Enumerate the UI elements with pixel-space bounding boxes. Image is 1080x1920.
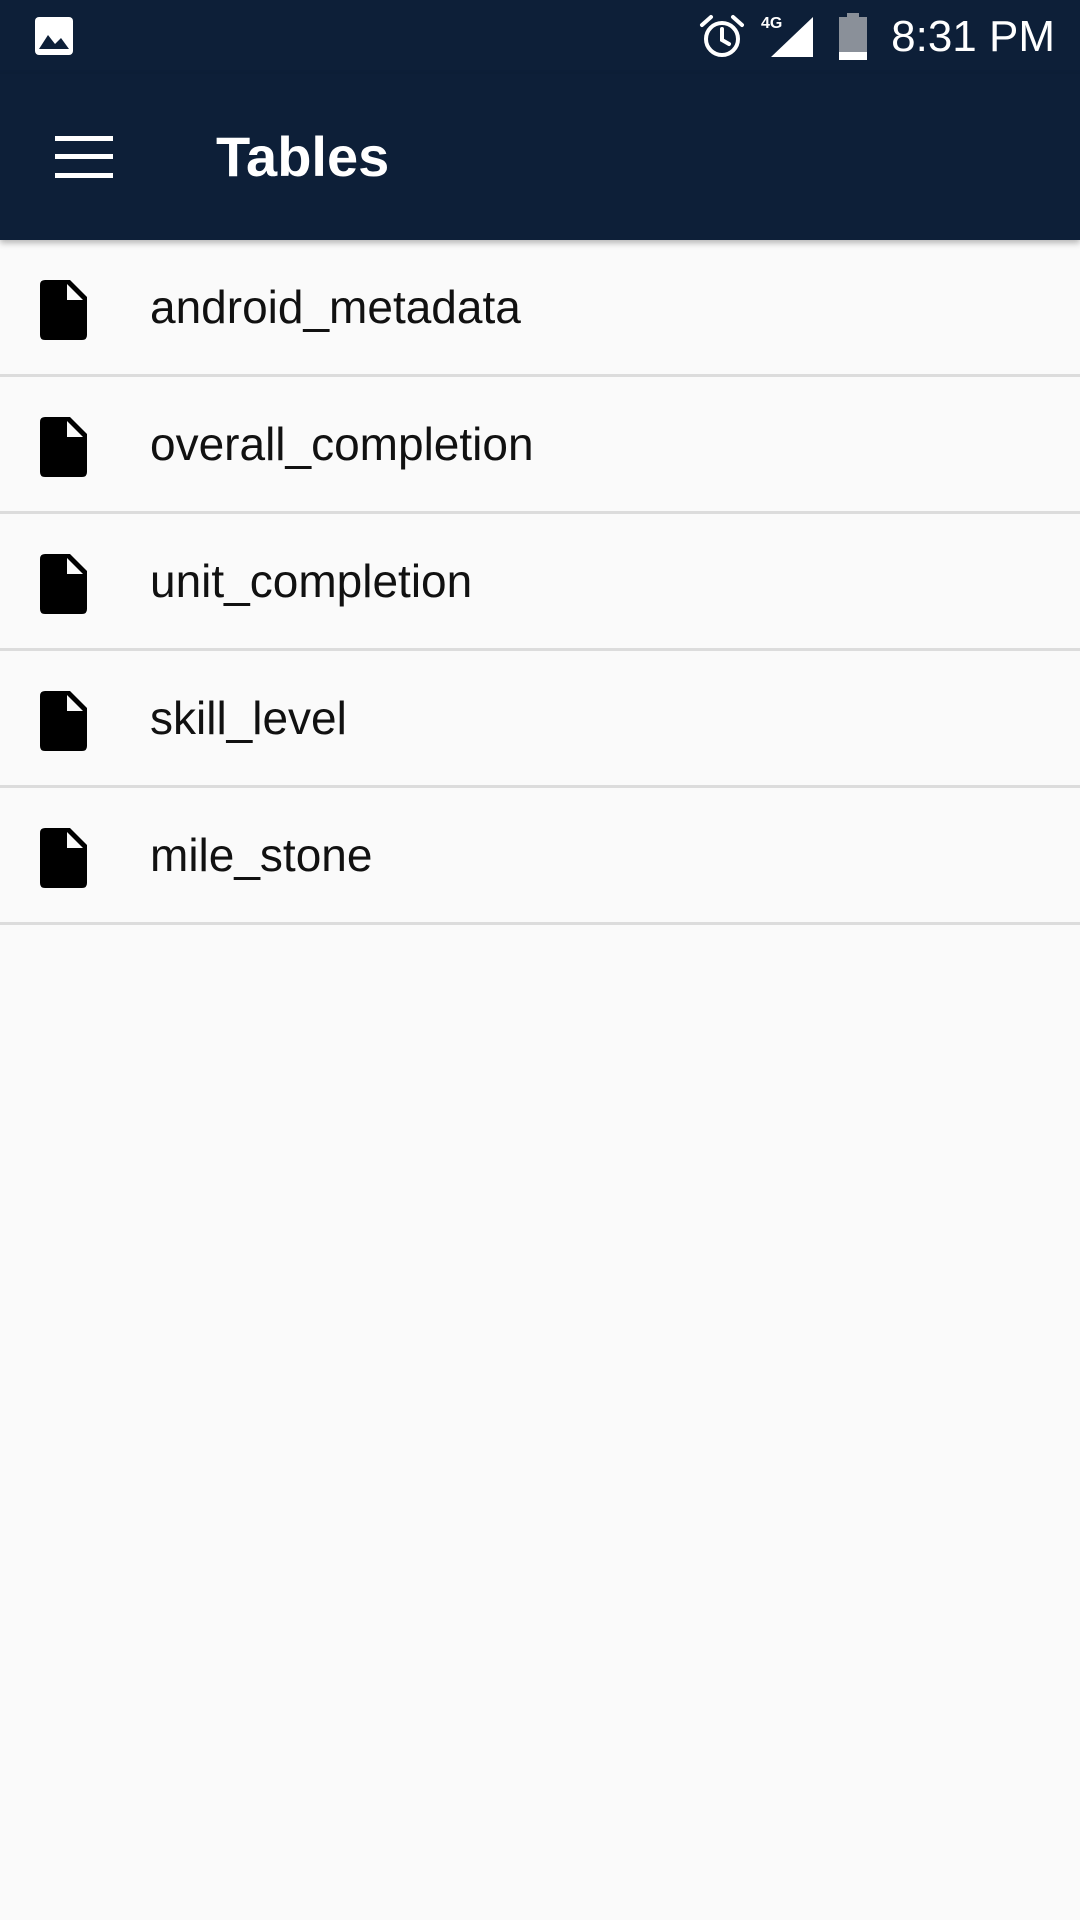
table-list: android_metadata overall_completion unit… bbox=[0, 240, 1080, 925]
menu-button[interactable] bbox=[28, 115, 140, 199]
hamburger-menu-icon bbox=[55, 136, 113, 178]
signal-4g-icon: 4G bbox=[761, 15, 814, 57]
status-bar: 4G 8:31 PM bbox=[0, 0, 1080, 74]
table-row-skill-level[interactable]: skill_level bbox=[0, 651, 1080, 788]
gallery-notification-icon bbox=[35, 17, 73, 55]
status-time: 8:31 PM bbox=[891, 12, 1055, 61]
file-icon bbox=[40, 828, 92, 888]
table-name: android_metadata bbox=[150, 281, 521, 333]
file-icon bbox=[40, 554, 92, 614]
table-name: skill_level bbox=[150, 692, 347, 744]
status-icons: 4G 8:31 PM bbox=[699, 0, 1055, 74]
table-name: unit_completion bbox=[150, 555, 473, 607]
table-row-mile-stone[interactable]: mile_stone bbox=[0, 788, 1080, 925]
table-row-unit-completion[interactable]: unit_completion bbox=[0, 514, 1080, 651]
page-title: Tables bbox=[216, 125, 390, 188]
app-bar: Tables bbox=[0, 74, 1080, 240]
file-icon bbox=[40, 417, 92, 477]
table-name: mile_stone bbox=[150, 829, 373, 881]
table-name: overall_completion bbox=[150, 418, 534, 470]
battery-icon bbox=[839, 13, 868, 60]
network-type-label: 4G bbox=[761, 15, 782, 32]
file-icon bbox=[40, 691, 92, 751]
table-row-overall-completion[interactable]: overall_completion bbox=[0, 377, 1080, 514]
alarm-icon bbox=[700, 15, 745, 57]
file-icon bbox=[40, 280, 92, 340]
table-row-android-metadata[interactable]: android_metadata bbox=[0, 240, 1080, 377]
